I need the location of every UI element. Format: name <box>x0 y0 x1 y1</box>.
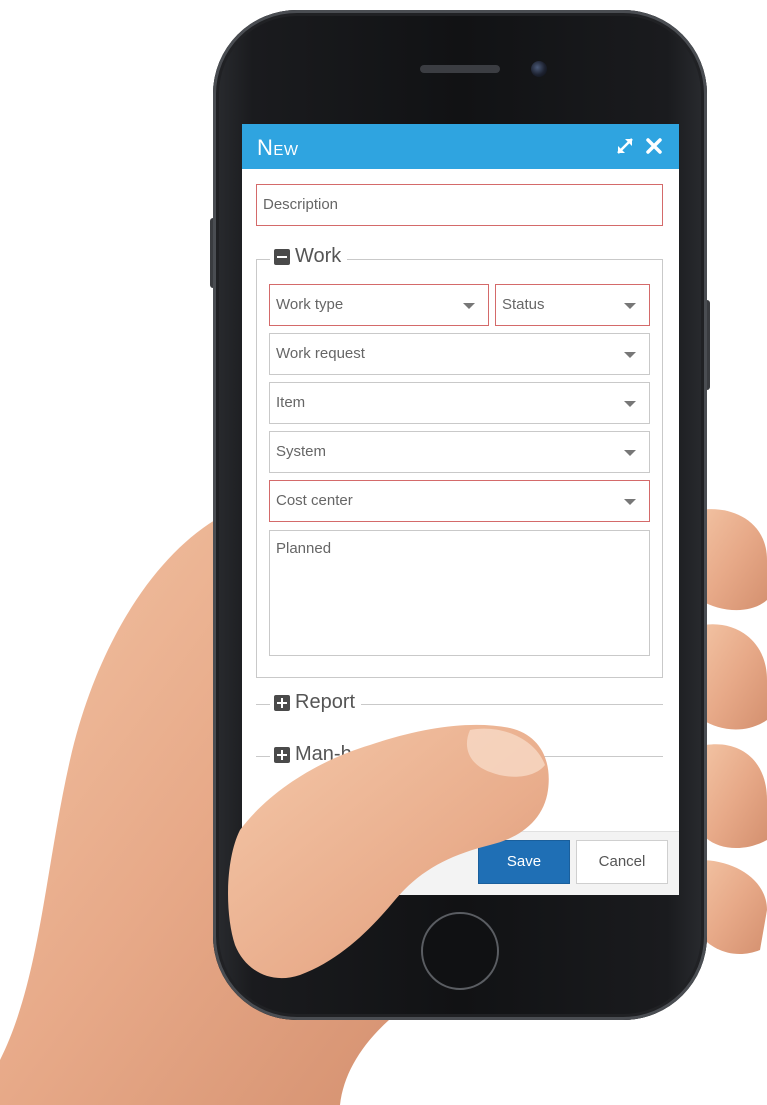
close-icon[interactable] <box>641 132 667 160</box>
system-select[interactable]: System <box>269 431 650 473</box>
cost-center-label: Cost center <box>276 492 353 509</box>
work-type-select[interactable]: Work type <box>269 284 489 326</box>
work-request-select[interactable]: Work request <box>269 333 650 375</box>
planned-textarea[interactable]: Planned <box>269 530 650 656</box>
planned-placeholder: Planned <box>276 540 332 557</box>
save-button[interactable]: Save <box>478 840 570 884</box>
plus-square-icon <box>274 746 290 763</box>
cancel-button[interactable]: Cancel <box>576 840 668 884</box>
phone-camera <box>531 61 547 77</box>
chevron-down-icon <box>624 352 636 358</box>
expand-icon[interactable] <box>612 132 638 160</box>
item-label: Item <box>276 394 306 411</box>
description-field[interactable]: Description <box>256 184 663 226</box>
plus-square-icon <box>274 694 290 711</box>
system-label: System <box>276 443 327 460</box>
chevron-down-icon <box>624 499 636 505</box>
dialog-footer: Save Cancel <box>242 831 679 895</box>
minus-square-icon <box>274 248 290 265</box>
dialog-title: New <box>257 135 299 160</box>
work-type-label: Work type <box>276 296 344 313</box>
work-section-toggle[interactable]: Work <box>270 245 348 268</box>
chevron-down-icon <box>624 303 636 309</box>
phone-speaker <box>420 65 500 73</box>
app-screen: New Description Work Work type Status Wo… <box>242 124 679 895</box>
status-select[interactable]: Status <box>495 284 650 326</box>
cost-center-select[interactable]: Cost center <box>269 480 650 522</box>
work-section-label: Work <box>295 245 342 267</box>
chevron-down-icon <box>463 303 475 309</box>
status-label: Status <box>502 296 545 313</box>
description-placeholder: Description <box>263 196 339 213</box>
chevron-down-icon <box>624 450 636 456</box>
item-select[interactable]: Item <box>269 382 650 424</box>
dialog-titlebar: New <box>242 124 679 169</box>
chevron-down-icon <box>624 401 636 407</box>
report-section-toggle[interactable]: Report <box>270 691 362 714</box>
manh-section-toggle[interactable]: Man-h <box>270 743 358 766</box>
phone-home-button[interactable] <box>421 912 499 990</box>
manh-section-label: Man-h <box>295 743 352 765</box>
report-section-label: Report <box>295 691 356 713</box>
work-request-label: Work request <box>276 345 365 362</box>
